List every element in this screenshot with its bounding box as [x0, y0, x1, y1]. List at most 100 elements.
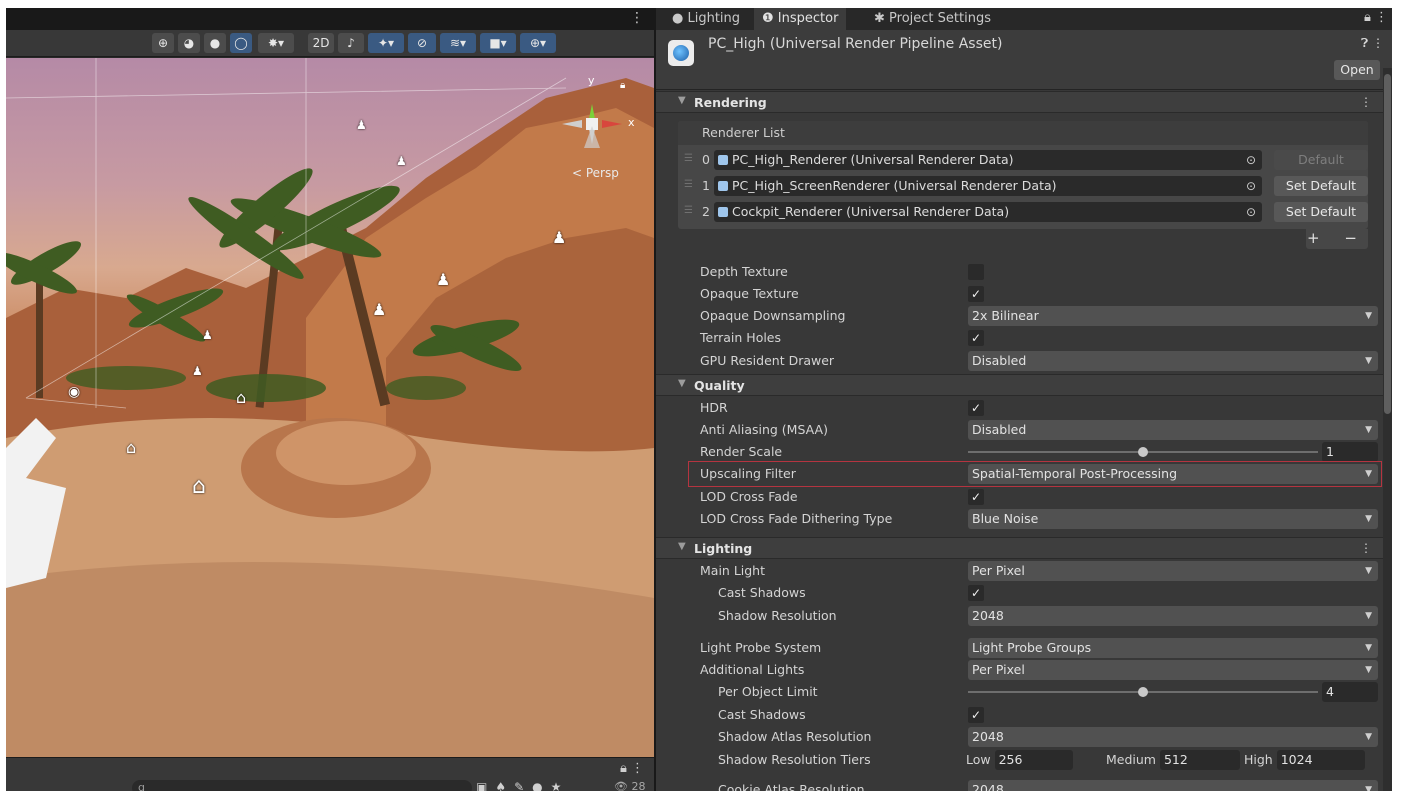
tab-lighting[interactable]: ● Lighting: [664, 8, 748, 30]
drag-handle-icon[interactable]: ☰: [684, 179, 693, 190]
prop-label: Shadow Atlas Resolution: [718, 729, 872, 744]
audio-toggle-icon[interactable]: ♪: [338, 33, 364, 53]
per-object-limit-input[interactable]: 4: [1322, 682, 1378, 702]
lock-icon[interactable]: 🔒︎: [620, 80, 625, 91]
gizmo-x-label: x: [628, 116, 635, 129]
section-lighting[interactable]: ▼ Lighting ⋮: [656, 537, 1384, 559]
slider-knob[interactable]: [1138, 687, 1148, 697]
list-item[interactable]: ☰ 1 PC_High_ScreenRenderer (Universal Re…: [678, 173, 1368, 199]
dropdown-value: Light Probe Groups: [972, 640, 1092, 655]
upscaling-filter-dropdown[interactable]: Spatial-Temporal Post-Processing ▼: [968, 464, 1378, 484]
hdr-checkbox[interactable]: ✓: [968, 400, 984, 416]
lod-cross-fade-checkbox[interactable]: ✓: [968, 489, 984, 505]
tier-low-input[interactable]: 256: [994, 750, 1073, 770]
help-icon[interactable]: ❓︎ ⋮: [1361, 36, 1384, 51]
tier-high-input[interactable]: 1024: [1276, 750, 1365, 770]
axis-gizmo: [562, 104, 622, 148]
camera-icon[interactable]: ■▾: [480, 33, 516, 53]
opaque-downsampling-dropdown[interactable]: 2x Bilinear ▼: [968, 306, 1378, 326]
inspector-scrollbar[interactable]: [1383, 68, 1392, 791]
prop-lod-cross-fade: LOD Cross Fade ✓: [656, 486, 1384, 508]
scene-view[interactable]: ⋮ ⊕ ◕ ● ◯ ✸▾ 2D ♪ ✦▾ ⊘ ≋▾ ■▾ ⊕▾ ♟ ♟ ♟ ♟ …: [6, 8, 654, 791]
msaa-dropdown[interactable]: Disabled ▼: [968, 420, 1378, 440]
toggle-2d-button[interactable]: 2D: [308, 33, 334, 53]
object-picker-icon[interactable]: ⊙: [1246, 176, 1256, 196]
globe-icon[interactable]: ◕: [178, 33, 200, 53]
dropdown-arrow-icon: ▼: [1365, 566, 1372, 576]
terrain-holes-checkbox[interactable]: ✓: [968, 330, 984, 346]
main-shadow-resolution-dropdown[interactable]: 2048 ▼: [968, 606, 1378, 626]
drag-handle-icon[interactable]: ☰: [684, 153, 693, 164]
panel-lock-menu[interactable]: 🔒︎ ⋮: [1364, 10, 1388, 25]
dropdown-arrow-icon: ▼: [1365, 732, 1372, 742]
gizmos-icon[interactable]: ⊕▾: [520, 33, 556, 53]
hierarchy-search-input[interactable]: q: [132, 780, 472, 791]
prop-label: Terrain Holes: [700, 330, 782, 345]
projection-label[interactable]: < Persp: [572, 166, 619, 180]
list-item[interactable]: ☰ 0 PC_High_Renderer (Universal Renderer…: [678, 147, 1368, 173]
renderer-field[interactable]: PC_High_ScreenRenderer (Universal Render…: [714, 176, 1262, 196]
dropdown-arrow-icon: ▼: [1365, 356, 1372, 366]
tier-high-label: High: [1244, 752, 1273, 767]
tab-project-settings[interactable]: ✱ Project Settings: [866, 8, 999, 30]
set-default-button[interactable]: Set Default: [1274, 202, 1368, 222]
scene-menu-icon[interactable]: ⋮: [630, 10, 644, 26]
section-menu-icon[interactable]: ⋮: [1360, 541, 1372, 555]
list-item[interactable]: ☰ 2 Cockpit_Renderer (Universal Renderer…: [678, 199, 1368, 225]
open-button[interactable]: Open: [1334, 60, 1380, 80]
render-scale-slider[interactable]: [968, 447, 1318, 457]
lod-dither-dropdown[interactable]: Blue Noise ▼: [968, 509, 1378, 529]
renderer-name: Cockpit_Renderer (Universal Renderer Dat…: [732, 204, 1010, 219]
orbit-icon[interactable]: ⊕: [152, 33, 174, 53]
shaded-sphere-icon[interactable]: ●: [204, 33, 226, 53]
scene-viewport[interactable]: ♟ ♟ ♟ ♟ ♟ ♟ ♟ ⌂ ⌂ ⌂ ◉ y x 🔒︎ < Persp: [6, 58, 654, 757]
hierarchy-lock-menu[interactable]: 🔒︎ ⋮: [620, 761, 644, 776]
collapse-caret-icon[interactable]: ▼: [678, 95, 686, 106]
tier-medium-input[interactable]: 512: [1159, 750, 1240, 770]
depth-texture-checkbox[interactable]: [968, 264, 984, 280]
tab-inspector-label: Inspector: [777, 11, 839, 26]
prop-label: GPU Resident Drawer: [700, 353, 835, 368]
dropdown-arrow-icon: ▼: [1365, 785, 1372, 791]
collapse-caret-icon[interactable]: ▼: [678, 378, 686, 389]
slider-knob[interactable]: [1138, 447, 1148, 457]
object-picker-icon[interactable]: ⊙: [1246, 150, 1256, 170]
scrollbar-thumb[interactable]: [1384, 74, 1391, 414]
cookie-atlas-resolution-dropdown[interactable]: 2048 ▼: [968, 780, 1378, 791]
renderer-field[interactable]: PC_High_Renderer (Universal Renderer Dat…: [714, 150, 1262, 170]
tab-inspector[interactable]: ❶ Inspector: [754, 8, 847, 30]
additional-cast-shadows-checkbox[interactable]: ✓: [968, 707, 984, 723]
shadow-atlas-resolution-dropdown[interactable]: 2048 ▼: [968, 727, 1378, 747]
light-icon: ♟: [436, 270, 451, 289]
drag-handle-icon[interactable]: ☰: [684, 205, 693, 216]
gpu-resident-drawer-dropdown[interactable]: Disabled ▼: [968, 351, 1378, 371]
per-object-limit-slider[interactable]: [968, 687, 1318, 697]
section-rendering[interactable]: ▼ Rendering ⋮: [656, 91, 1384, 113]
render-scale-input[interactable]: 1: [1322, 442, 1378, 462]
set-default-button[interactable]: Set Default: [1274, 176, 1368, 196]
default-button: Default: [1274, 150, 1368, 170]
orientation-gizmo[interactable]: y x 🔒︎: [562, 74, 638, 174]
renderer-field[interactable]: Cockpit_Renderer (Universal Renderer Dat…: [714, 202, 1262, 222]
prop-render-scale: Render Scale 1: [656, 441, 1384, 463]
layers-icon[interactable]: ≋▾: [440, 33, 476, 53]
debug-draw-mode-icon[interactable]: ✸▾: [258, 33, 294, 53]
opaque-texture-checkbox[interactable]: ✓: [968, 286, 984, 302]
dropdown-arrow-icon: ▼: [1365, 311, 1372, 321]
dropdown-value: 2048: [972, 608, 1004, 623]
main-cast-shadows-checkbox[interactable]: ✓: [968, 585, 984, 601]
prop-additional-lights: Additional Lights Per Pixel ▼: [656, 659, 1384, 681]
light-probe-system-dropdown[interactable]: Light Probe Groups ▼: [968, 638, 1378, 658]
effects-icon[interactable]: ✦▾: [368, 33, 404, 53]
hierarchy-filter-icons[interactable]: ▣♠✎●★: [476, 780, 569, 791]
additional-lights-dropdown[interactable]: Per Pixel ▼: [968, 660, 1378, 680]
main-light-dropdown[interactable]: Per Pixel ▼: [968, 561, 1378, 581]
visibility-icon[interactable]: ⊘: [408, 33, 436, 53]
wire-sphere-icon[interactable]: ◯: [230, 33, 252, 53]
object-picker-icon[interactable]: ⊙: [1246, 202, 1256, 222]
add-remove-buttons[interactable]: + −: [1306, 229, 1368, 249]
renderer-index: 2: [702, 204, 710, 219]
section-menu-icon[interactable]: ⋮: [1360, 95, 1372, 109]
collapse-caret-icon[interactable]: ▼: [678, 541, 686, 552]
section-quality[interactable]: ▼ Quality: [656, 374, 1384, 396]
